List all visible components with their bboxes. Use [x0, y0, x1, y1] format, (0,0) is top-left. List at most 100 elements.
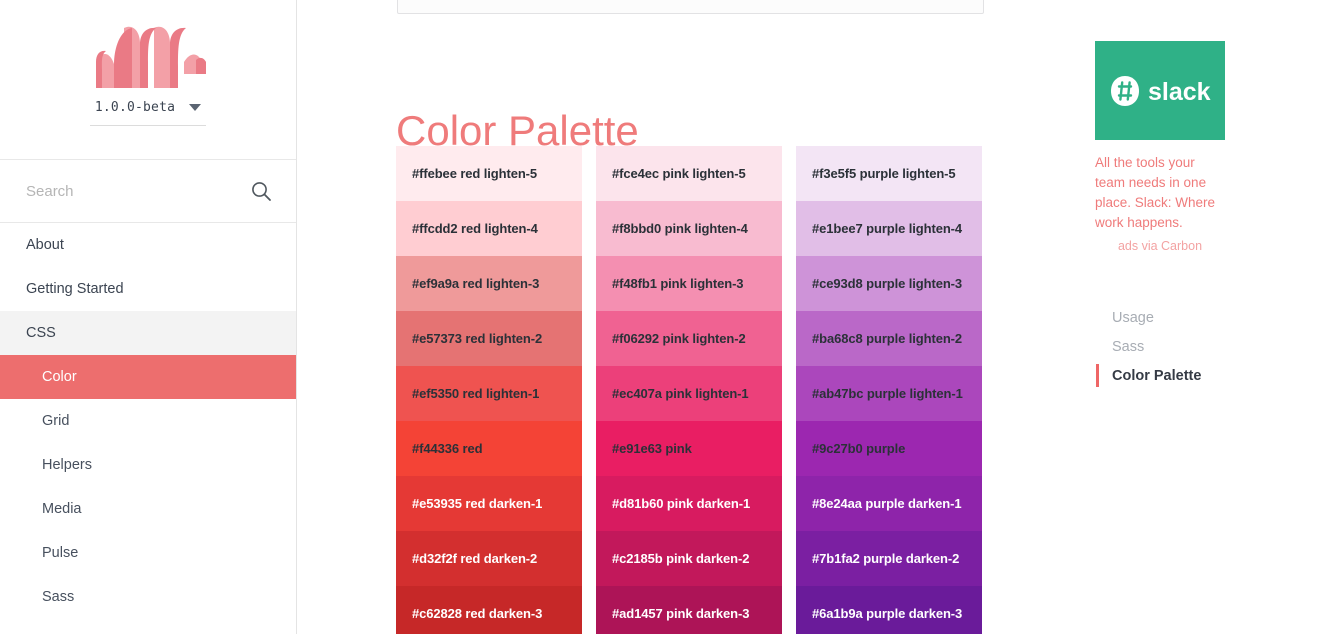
color-swatch[interactable]: #e57373 red lighten-2: [396, 311, 582, 366]
color-swatch-label: #ce93d8 purple lighten-3: [812, 276, 963, 291]
sidebar-item-pulse[interactable]: Pulse: [0, 531, 296, 575]
color-swatch[interactable]: #8e24aa purple darken-1: [796, 476, 982, 531]
color-swatch-label: #ef5350 red lighten-1: [412, 386, 540, 401]
color-swatch[interactable]: #ffebee red lighten-5: [396, 146, 582, 201]
toc-item-label: Sass: [1112, 338, 1145, 355]
color-swatch[interactable]: #f06292 pink lighten-2: [596, 311, 782, 366]
sidebar-item-label: Sass: [42, 589, 75, 605]
search-input[interactable]: [24, 181, 250, 201]
color-swatch[interactable]: #7b1fa2 purple darken-2: [796, 531, 982, 586]
sidebar-item-label: Helpers: [42, 457, 92, 473]
color-swatch[interactable]: #e1bee7 purple lighten-4: [796, 201, 982, 256]
page-root: 1.0.0-beta About Getting Started CSS: [0, 0, 1343, 634]
sidebar-item-label: CSS: [26, 325, 56, 341]
color-swatch[interactable]: #ec407a pink lighten-1: [596, 366, 782, 421]
left-sidebar: 1.0.0-beta About Getting Started CSS: [0, 0, 297, 634]
sidebar-item-label: Getting Started: [26, 281, 124, 297]
toc-item-color-palette[interactable]: Color Palette: [1080, 361, 1343, 390]
color-swatch-label: #e53935 red darken-1: [412, 496, 543, 511]
color-swatch-label: #ab47bc purple lighten-1: [812, 386, 963, 401]
color-swatch[interactable]: #c2185b pink darken-2: [596, 531, 782, 586]
color-swatch[interactable]: #ef9a9a red lighten-3: [396, 256, 582, 311]
color-swatch-label: #fce4ec pink lighten-5: [612, 166, 746, 181]
svg-text:slack: slack: [1148, 78, 1211, 106]
sidebar-item-label: Media: [42, 501, 82, 517]
color-swatch-label: #d32f2f red darken-2: [412, 551, 538, 566]
search-icon[interactable]: [250, 180, 272, 202]
palette-column-red: #ffebee red lighten-5 #ffcdd2 red lighten…: [396, 146, 582, 634]
sidebar-item-helpers[interactable]: Helpers: [0, 443, 296, 487]
toc-item-sass[interactable]: Sass: [1080, 332, 1343, 361]
color-swatch[interactable]: #fce4ec pink lighten-5: [596, 146, 782, 201]
color-swatch-label: #f8bbd0 pink lighten-4: [612, 221, 748, 236]
color-swatch-label: #d81b60 pink darken-1: [612, 496, 751, 511]
toc-item-usage[interactable]: Usage: [1080, 303, 1343, 332]
table-of-contents: Usage Sass Color Palette: [1080, 303, 1343, 390]
version-selector[interactable]: 1.0.0-beta: [90, 100, 206, 126]
color-swatch-label: #ef9a9a red lighten-3: [412, 276, 540, 291]
color-swatch[interactable]: #e53935 red darken-1: [396, 476, 582, 531]
sidebar-item-sass[interactable]: Sass: [0, 575, 296, 619]
sidebar-item-color[interactable]: Color: [0, 355, 296, 399]
color-swatch[interactable]: #d81b60 pink darken-1: [596, 476, 782, 531]
color-swatch-label: #ba68c8 purple lighten-2: [812, 331, 963, 346]
color-swatch-label: #ad1457 pink darken-3: [612, 606, 750, 621]
right-sidebar: slack All the tools your team needs in o…: [1080, 0, 1343, 634]
palette-column-pink: #fce4ec pink lighten-5 #f8bbd0 pink light…: [596, 146, 782, 634]
sidebar-item-media[interactable]: Media: [0, 487, 296, 531]
color-swatch[interactable]: #f8bbd0 pink lighten-4: [596, 201, 782, 256]
sidebar-item-css[interactable]: CSS: [0, 311, 296, 355]
color-swatch-label: #e91e63 pink: [612, 441, 692, 456]
palette-column-purple: #f3e5f5 purple lighten-5 #e1bee7 purple l…: [796, 146, 982, 634]
sidebar-nav: About Getting Started CSS Color Grid Hel…: [0, 223, 296, 619]
color-swatch-label: #f44336 red: [412, 441, 483, 456]
toc-item-label: Usage: [1112, 309, 1154, 326]
color-swatch-label: #f06292 pink lighten-2: [612, 331, 746, 346]
color-palette-grid: #ffebee red lighten-5 #ffcdd2 red lighten…: [396, 146, 984, 634]
code-block: [397, 0, 984, 14]
sidebar-item-grid[interactable]: Grid: [0, 399, 296, 443]
color-swatch[interactable]: #ef5350 red lighten-1: [396, 366, 582, 421]
color-swatch-label: #7b1fa2 purple darken-2: [812, 551, 960, 566]
color-swatch-label: #ec407a pink lighten-1: [612, 386, 749, 401]
color-swatch[interactable]: #f48fb1 pink lighten-3: [596, 256, 782, 311]
color-swatch[interactable]: #d32f2f red darken-2: [396, 531, 582, 586]
color-swatch-label: #9c27b0 purple: [812, 441, 906, 456]
ad-banner[interactable]: slack: [1095, 41, 1225, 140]
color-swatch[interactable]: #f44336 red: [396, 421, 582, 476]
color-swatch[interactable]: #ce93d8 purple lighten-3: [796, 256, 982, 311]
color-swatch-label: #f3e5f5 purple lighten-5: [812, 166, 956, 181]
slack-logo: slack: [1108, 74, 1212, 108]
color-swatch[interactable]: #ab47bc purple lighten-1: [796, 366, 982, 421]
search-block: [0, 160, 296, 223]
ad-credit[interactable]: ads via Carbon: [1095, 239, 1225, 253]
sidebar-item-label: Grid: [42, 413, 70, 429]
color-swatch[interactable]: #ba68c8 purple lighten-2: [796, 311, 982, 366]
color-swatch[interactable]: #6a1b9a purple darken-3: [796, 586, 982, 634]
color-swatch-label: #f48fb1 pink lighten-3: [612, 276, 744, 291]
chevron-down-icon: [189, 104, 202, 111]
sidebar-item-label: Color: [42, 369, 77, 385]
sidebar-item-about[interactable]: About: [0, 223, 296, 267]
color-swatch[interactable]: #e91e63 pink: [596, 421, 782, 476]
color-swatch-label: #ffcdd2 red lighten-4: [412, 221, 538, 236]
color-swatch[interactable]: #f3e5f5 purple lighten-5: [796, 146, 982, 201]
color-swatch-label: #c62828 red darken-3: [412, 606, 543, 621]
materialize-m-logo[interactable]: [88, 22, 208, 90]
sidebar-item-label: About: [26, 237, 64, 253]
color-swatch-label: #8e24aa purple darken-1: [812, 496, 962, 511]
color-swatch-label: #e57373 red lighten-2: [412, 331, 543, 346]
color-swatch-label: #ffebee red lighten-5: [412, 166, 538, 181]
color-swatch[interactable]: #ad1457 pink darken-3: [596, 586, 782, 634]
brand-block: 1.0.0-beta: [0, 0, 296, 160]
color-swatch[interactable]: #c62828 red darken-3: [396, 586, 582, 634]
ad-text[interactable]: All the tools your team needs in one pla…: [1095, 153, 1218, 233]
version-label: 1.0.0-beta: [94, 100, 176, 115]
color-swatch[interactable]: #9c27b0 purple: [796, 421, 982, 476]
toc-item-label: Color Palette: [1112, 367, 1202, 384]
color-swatch-label: #c2185b pink darken-2: [612, 551, 750, 566]
color-swatch[interactable]: #ffcdd2 red lighten-4: [396, 201, 582, 256]
color-swatch-label: #6a1b9a purple darken-3: [812, 606, 963, 621]
sidebar-item-getting-started[interactable]: Getting Started: [0, 267, 296, 311]
carbon-ad: slack All the tools your team needs in o…: [1095, 41, 1245, 253]
